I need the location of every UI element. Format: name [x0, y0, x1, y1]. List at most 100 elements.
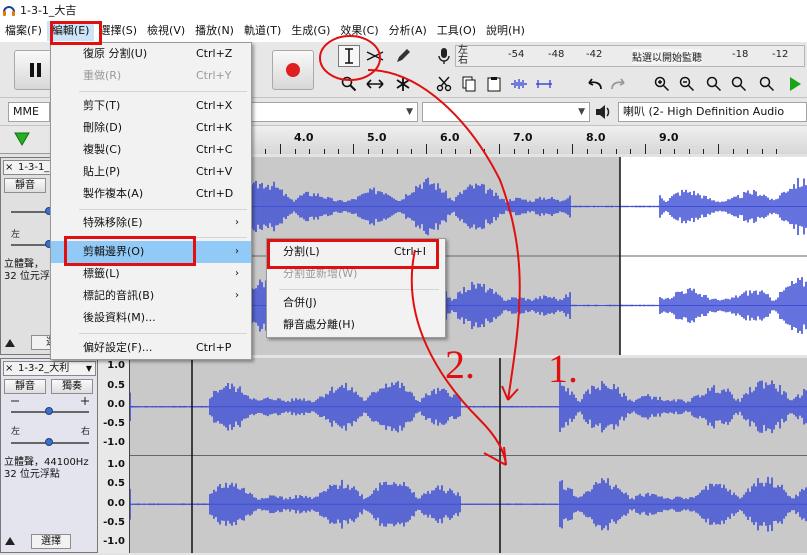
trim-icon — [511, 79, 527, 89]
trim-button[interactable] — [508, 73, 530, 95]
zoom-tool[interactable] — [338, 73, 360, 95]
menu-item-copy[interactable]: 複製(C) Ctrl+C — [51, 139, 251, 161]
channels-select[interactable]: ▼ — [422, 102, 590, 122]
timeline-tick-label: 4.0 — [294, 131, 314, 144]
chevron-down-icon: ▼ — [578, 107, 585, 117]
multi-tool[interactable] — [392, 73, 414, 95]
timeline-tick — [323, 149, 325, 154]
timeline-tick-label: 8.0 — [586, 131, 606, 144]
record-meter[interactable]: 左 右 -54 -48 -42 點選以開始監聽 -18 -12 — [455, 45, 805, 67]
undo-button[interactable] — [583, 73, 605, 95]
submenu-item-detach-at-silences[interactable]: 靜音處分離(H) — [267, 314, 445, 336]
menu-item-undo[interactable]: 復原 分割(U) Ctrl+Z — [51, 43, 251, 65]
menu-item-remove-special[interactable]: 特殊移除(E) › — [51, 212, 251, 234]
track-2-mute-button[interactable]: 靜音 — [4, 379, 46, 394]
record-device-select[interactable]: ▼ — [250, 102, 418, 122]
silence-button[interactable] — [533, 73, 555, 95]
record-button[interactable] — [272, 50, 314, 90]
timeline-tick — [542, 149, 544, 154]
timeline-tick — [499, 144, 500, 154]
amp-tick: 1.0 — [107, 459, 125, 470]
menu-item-redo[interactable]: 重做(R) Ctrl+Y — [51, 65, 251, 87]
menu-tracks[interactable]: 軌道(T) — [239, 21, 286, 41]
cut-button[interactable] — [433, 73, 455, 95]
menu-item-delete[interactable]: 刪除(D) Ctrl+K — [51, 117, 251, 139]
timeline-tick — [528, 149, 530, 154]
menu-item-preferences[interactable]: 偏好設定(F)... Ctrl+P — [51, 337, 251, 359]
envelope-tool[interactable] — [364, 45, 386, 67]
timeline-tick — [674, 149, 676, 154]
menu-help[interactable]: 說明(H) — [481, 21, 530, 41]
meter-scale-42: -42 — [586, 49, 603, 60]
play-head-icon[interactable] — [14, 132, 30, 146]
timeline-tick — [557, 149, 559, 154]
menu-item-cut[interactable]: 剪下(T) Ctrl+X — [51, 95, 251, 117]
chevron-right-icon: › — [235, 268, 239, 279]
redo-button[interactable] — [608, 73, 630, 95]
fit-project-button[interactable] — [728, 73, 750, 95]
track-2-gain-knob[interactable] — [45, 407, 53, 415]
track-2-name-label: 1-3-2_大利 — [18, 363, 70, 374]
zoom-toggle-button[interactable] — [756, 73, 778, 95]
paste-button[interactable] — [483, 73, 505, 95]
collapse-icon[interactable] — [4, 338, 16, 348]
collapse-icon[interactable] — [4, 536, 16, 546]
timeline-tick — [411, 149, 413, 154]
playback-device-select[interactable]: 喇叭 (2- High Definition Audio — [618, 102, 807, 122]
timeline-tick — [469, 149, 471, 154]
zoom-out-button[interactable] — [676, 73, 698, 95]
pause-icon — [30, 63, 41, 77]
selection-tool[interactable] — [338, 45, 360, 67]
draw-tool[interactable] — [392, 45, 414, 67]
amp-tick: 1.0 — [107, 360, 125, 371]
zoom-in-button[interactable] — [651, 73, 673, 95]
menu-generate[interactable]: 生成(G) — [286, 21, 335, 41]
close-icon[interactable]: × — [5, 362, 13, 375]
track-2-pan-knob[interactable] — [45, 438, 53, 446]
playback-device-value: 喇叭 (2- High Definition Audio — [623, 105, 785, 118]
timeline-tick — [718, 144, 719, 154]
amp-tick: 0.0 — [107, 399, 125, 410]
track-2-pan-right-label: 右 — [81, 427, 91, 437]
menu-item-metadata[interactable]: 後設資料(M)... — [51, 307, 251, 329]
menu-item-paste[interactable]: 貼上(P) Ctrl+V — [51, 161, 251, 183]
timeline-tick — [747, 149, 749, 154]
copy-button[interactable] — [458, 73, 480, 95]
menu-item-labels[interactable]: 標籤(L) › — [51, 263, 251, 285]
track-1-mute-button[interactable]: 靜音 — [4, 178, 46, 193]
track-2-waveform[interactable] — [130, 358, 807, 553]
audacity-icon — [3, 6, 15, 16]
menu-view[interactable]: 檢視(V) — [142, 21, 190, 41]
close-icon[interactable]: × — [5, 161, 13, 174]
chevron-down-icon[interactable]: ▼ — [86, 362, 92, 375]
highlight-clip-boundaries — [64, 236, 196, 266]
menu-tools[interactable]: 工具(O) — [432, 21, 481, 41]
timeline-tick — [426, 144, 427, 154]
track-2-name[interactable]: × 1-3-2_大利 ▼ — [3, 361, 96, 376]
track-2: × 1-3-2_大利 ▼ 靜音 獨奏 左 右 立體聲，44100Hz 32 位元浮點… — [0, 358, 807, 553]
menu-item-duplicate[interactable]: 製作複本(A) Ctrl+D — [51, 183, 251, 205]
play-at-speed-button[interactable] — [784, 73, 806, 95]
timeline-tick — [353, 144, 354, 154]
menu-item-labeled-audio[interactable]: 標記的音訊(B) › — [51, 285, 251, 307]
fit-selection-button[interactable] — [703, 73, 725, 95]
menu-file[interactable]: 檔案(F) — [0, 21, 47, 41]
meter-click-to-monitor[interactable]: 點選以開始監聽 — [632, 49, 702, 64]
amp-tick: 0.0 — [107, 498, 125, 509]
track-2-solo-button[interactable]: 獨奏 — [51, 379, 93, 394]
highlight-edit-menu — [50, 21, 102, 45]
timeline-tick — [455, 149, 457, 154]
timeline-tick — [265, 149, 267, 154]
menu-effect[interactable]: 效果(C) — [335, 21, 383, 41]
track-2-info: 立體聲，44100Hz 32 位元浮點 — [4, 457, 89, 480]
magnifier-icon — [341, 76, 357, 92]
audio-host-select[interactable]: MME — [8, 102, 50, 122]
zoom-in-icon — [654, 76, 670, 92]
menu-analyze[interactable]: 分析(A) — [384, 21, 432, 41]
time-shift-tool[interactable] — [364, 73, 386, 95]
track-2-select-button[interactable]: 選擇 — [31, 534, 71, 549]
submenu-item-join[interactable]: 合併(J) — [267, 292, 445, 314]
timeline-tick — [659, 149, 661, 154]
menu-transport[interactable]: 播放(N) — [190, 21, 239, 41]
microphone-button[interactable] — [433, 45, 455, 67]
